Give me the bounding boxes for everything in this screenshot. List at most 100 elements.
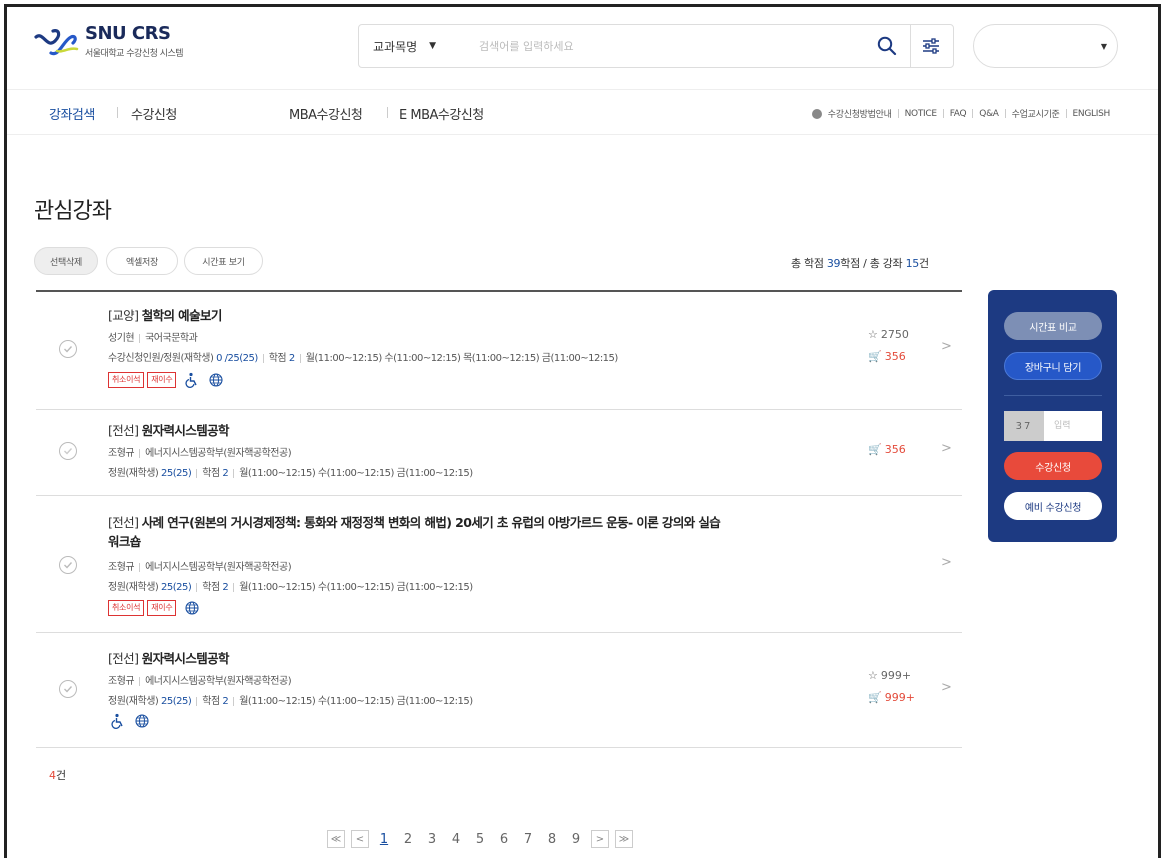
select-checkbox[interactable] [59,442,77,460]
credit-label: 학점 [202,696,220,707]
course-title[interactable]: [전선] 원자력시스템공학 [108,421,230,440]
total-courses: 15 [905,257,920,270]
next-page-button[interactable]: > [591,830,609,848]
inline-divider [233,582,235,592]
course-category: [전선] [108,515,139,530]
course-row[interactable]: [전선] 원자력시스템공학 조형규 에너지시스템공학부(원자핵공학전공) 정원(재… [36,633,962,748]
util-divider [1004,109,1006,118]
course-row[interactable]: [교양] 철학의 예술보기 성기현 국어국문학과 수강신청인원/정원(재학생) 0… [36,292,962,410]
search-bar: 교과목명 ▼ [358,24,954,68]
nav-emba-apply[interactable]: E MBA수강신청 [399,104,484,123]
util-notice-link[interactable]: NOTICE [905,109,937,119]
nav-course-apply[interactable]: 수강신청 [131,104,177,123]
course-schedule: 월(11:00~12:15) 수(11:00~12:15) 금(11:00~12… [239,582,473,593]
header: SNU CRS 서울대학교 수강신청 시스템 교과목명 ▼ 검색어를 입력하세요… [7,7,1158,89]
course-professor: 조형규 [108,448,135,459]
course-tags: 취소이석 재이수 [108,372,224,388]
util-english-link[interactable]: ENGLISH [1073,109,1111,119]
last-page-button[interactable]: ≫ [615,830,633,848]
timetable-view-button[interactable]: 시간표 보기 [184,247,263,275]
add-to-cart-button[interactable]: 장바구니 담기 [1004,352,1102,380]
favorite-count[interactable]: ☆ 2750 [868,328,909,341]
result-count: 4건 [49,767,66,783]
select-checkbox[interactable] [59,556,77,574]
course-dept: 국어국문학과 [145,333,198,344]
course-tags: 취소이석 재이수 [108,600,200,616]
filter-button[interactable] [917,32,945,60]
cart-icon: 🛒 [868,443,882,456]
course-row[interactable]: [전선] 사례 연구(원본의 거시경제정책: 통화와 재정정책 변화의 해법) … [36,496,962,633]
enroll-label: 정원(재학생) [108,468,159,479]
credit-value: 2 [288,353,295,364]
util-divider [972,109,974,118]
delete-selected-button[interactable]: 선택삭제 [34,247,98,275]
page-link-2[interactable]: 2 [399,832,417,847]
search-category-select[interactable]: 교과목명 ▼ [359,38,479,55]
user-select[interactable]: ▼ [973,24,1118,68]
nav-divider [117,107,118,118]
select-checkbox[interactable] [59,680,77,698]
excel-save-button[interactable]: 엑셀저장 [106,247,178,275]
chevron-right-icon[interactable]: > [941,441,952,456]
apply-button[interactable]: 수강신청 [1004,452,1102,480]
tag-badge: 취소이석 [108,372,145,388]
total-credits: 39 [826,257,841,270]
chevron-down-icon: ▼ [429,41,437,51]
cart-icon: 🛒 [868,691,882,704]
course-name-cont: 워크숍 [108,534,141,549]
nav-divider [387,107,388,118]
page-link-1[interactable]: 1 [375,832,393,847]
page-link-3[interactable]: 3 [423,832,441,847]
page-link-8[interactable]: 8 [543,832,561,847]
enroll-label: 정원(재학생) [108,582,159,593]
cart-count[interactable]: 🛒 999+ [868,691,915,704]
course-dept: 에너지시스템공학부(원자핵공학전공) [145,676,292,687]
page-link-5[interactable]: 5 [471,832,489,847]
enroll-label: 정원(재학생) [108,696,159,707]
course-title[interactable]: [전선] 사례 연구(원본의 거시경제정책: 통화와 재정정책 변화의 해법) … [108,513,888,551]
util-qna-link[interactable]: Q&A [979,109,999,119]
globe-icon [134,713,150,729]
search-button[interactable] [873,32,901,60]
chevron-right-icon[interactable]: > [941,339,952,354]
util-faq-link[interactable]: FAQ [950,109,967,119]
first-page-button[interactable]: ≪ [327,830,345,848]
course-row[interactable]: [전선] 원자력시스템공학 조형규 에너지시스템공학부(원자핵공학전공) 정원(재… [36,410,962,496]
timetable-compare-button[interactable]: 시간표 비교 [1004,312,1102,340]
brand-title: SNU CRS [85,23,171,44]
chevron-right-icon[interactable]: > [941,680,952,695]
pagination: ≪ < 1 2 3 4 5 6 7 8 9 > ≫ [327,830,633,848]
chevron-right-icon[interactable]: > [941,555,952,570]
captcha-input[interactable] [1044,411,1102,441]
favorite-count[interactable]: ☆ 999+ [868,669,911,682]
tag-badge: 취소이석 [108,600,145,616]
inline-divider [196,468,198,478]
page-link-4[interactable]: 4 [447,832,465,847]
nav-mba-apply[interactable]: MBA수강신청 [289,104,363,123]
favorite-value: 2750 [880,328,909,341]
course-title[interactable]: [교양] 철학의 예술보기 [108,306,222,325]
page-link-6[interactable]: 6 [495,832,513,847]
credit-value: 2 [222,468,229,479]
util-guide-link[interactable]: 수강신청방법안내 [828,107,892,120]
inline-divider [196,582,198,592]
check-icon [64,686,73,693]
util-divider [942,109,944,118]
pre-apply-button[interactable]: 예비 수강신청 [1004,492,1102,520]
nav-course-search[interactable]: 강좌검색 [49,104,95,123]
search-input[interactable] [479,39,859,53]
inline-divider [233,468,235,478]
util-period-link[interactable]: 수업교시기준 [1012,107,1060,120]
page-link-7[interactable]: 7 [519,832,537,847]
course-professor: 조형규 [108,562,135,573]
prev-page-button[interactable]: < [351,830,369,848]
page-link-9[interactable]: 9 [567,832,585,847]
logo[interactable]: SNU CRS 서울대학교 수강신청 시스템 [33,23,184,59]
cart-count[interactable]: 🛒 356 [868,443,906,456]
captcha-image: 37 [1004,411,1044,441]
select-checkbox[interactable] [59,340,77,358]
cart-count[interactable]: 🛒 356 [868,350,906,363]
search-icon [877,36,897,56]
course-name: 사례 연구(원본의 거시경제정책: 통화와 재정정책 변화의 해법) 20세기 … [141,515,721,530]
course-title[interactable]: [전선] 원자력시스템공학 [108,649,230,668]
